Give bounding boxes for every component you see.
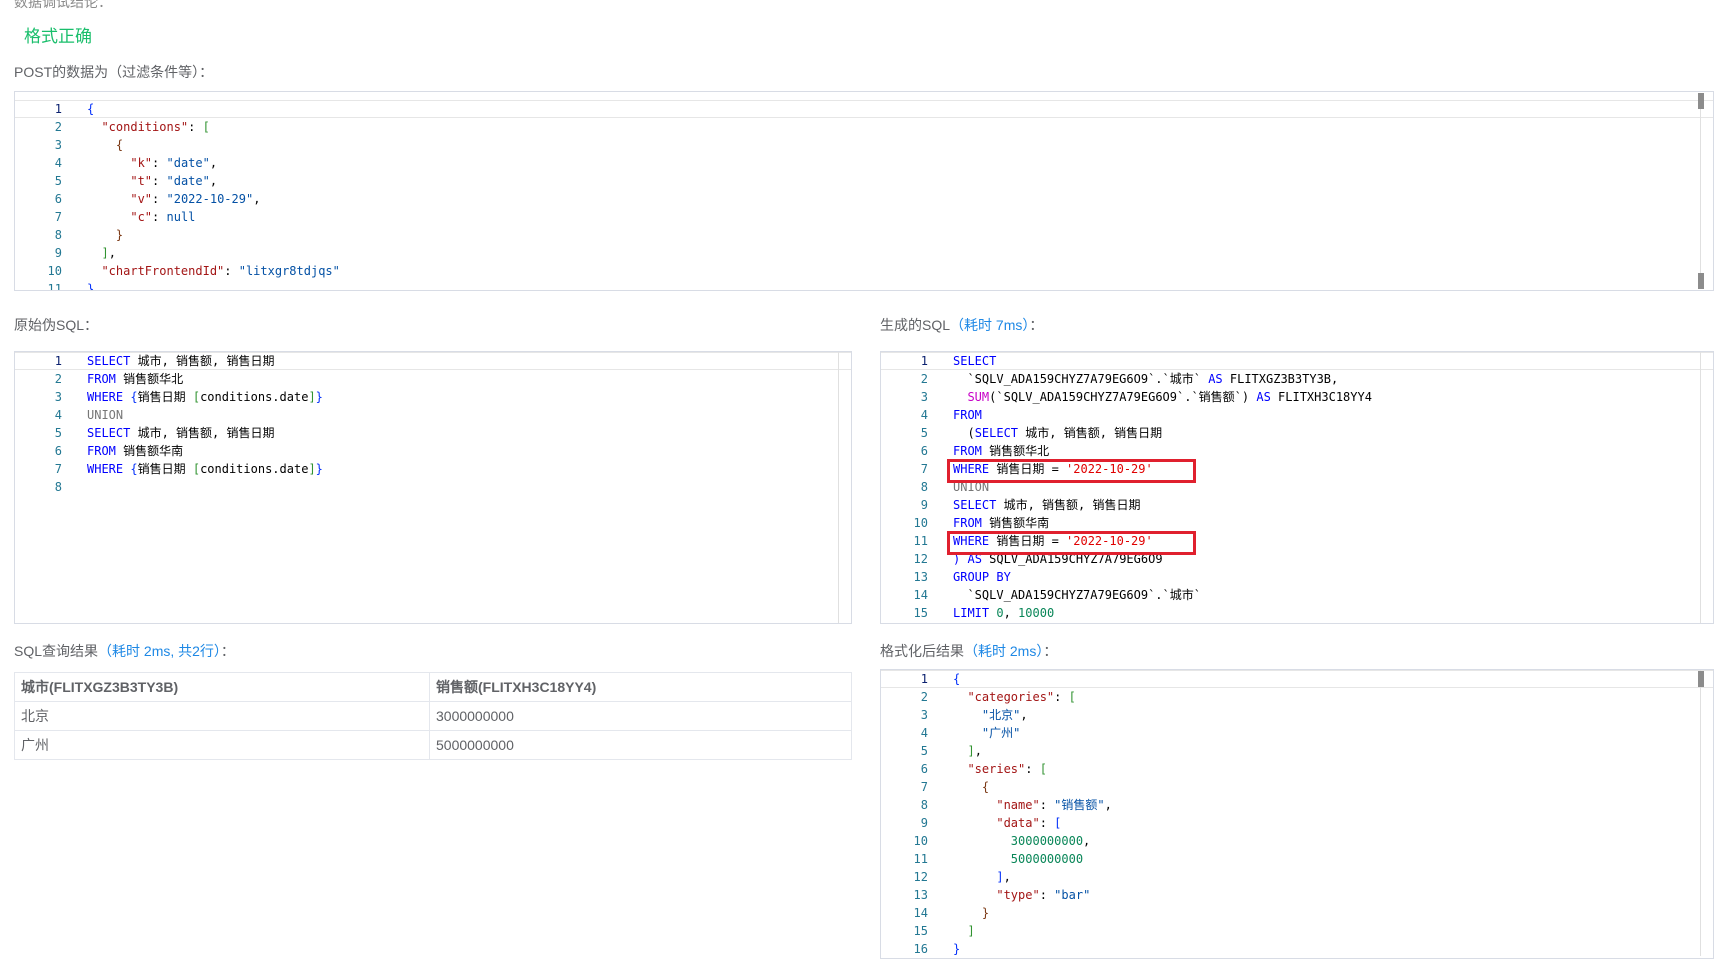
code-line: 8 "name": "销售额",	[920, 798, 1112, 812]
table-row: 广州 5000000000	[14, 730, 852, 760]
debug-heading: 数据调试结论：	[14, 0, 112, 10]
code-line: 11}	[47, 282, 95, 291]
code-line: 13 "type": "bar"	[913, 888, 1091, 902]
post-data-label: POST的数据为（过滤条件等）：	[14, 64, 214, 80]
code-line: 15 ]	[913, 924, 975, 938]
code-line: 9 "data": [	[920, 816, 1062, 830]
table-cell: 3000000000	[429, 701, 852, 731]
formatted-result-label: 格式化后结果（耗时 2ms）：	[880, 643, 1058, 659]
scrollbar-thumb[interactable]	[1698, 671, 1704, 687]
table-cell: 北京	[14, 701, 430, 731]
raw-sql-editor[interactable]: 1 SELECT 城市, 销售额, 销售日期 2 FROM 销售额华北 3 WHERE…	[14, 351, 852, 624]
code-line: 3 WHERE {销售日期 [conditions.date]}	[54, 390, 323, 404]
code-line: 16}	[913, 942, 961, 956]
status-message: 格式正确	[24, 27, 92, 46]
code-line: 2 `SQLV_ADA159CHYZ7A79EG6O9`.`城市` AS FLI…	[920, 372, 1339, 386]
code-line: 10 "chartFrontendId": "litxgr8tdjqs"	[47, 264, 340, 278]
raw-sql-label: 原始伪SQL：	[14, 317, 99, 333]
sql-result-table: 城市(FLITXGZ3B3TY3B) 销售额(FLITXH3C18YY4) 北京…	[14, 672, 852, 760]
code-line: 13 GROUP BY	[913, 570, 1011, 584]
code-line: 5 ],	[920, 744, 982, 758]
code-line: 3 "北京",	[920, 708, 1028, 722]
code-line: 4 "k": "date",	[54, 156, 218, 170]
code-line: 8 }	[54, 228, 124, 242]
code-line: 3 {	[54, 138, 124, 152]
code-line: 2 "categories": [	[920, 690, 1076, 704]
table-header-row: 城市(FLITXGZ3B3TY3B) 销售额(FLITXH3C18YY4)	[14, 672, 852, 702]
code-line: 11 5000000000	[913, 852, 1084, 866]
column-header-city: 城市(FLITXGZ3B3TY3B)	[14, 672, 430, 702]
sql-result-label: SQL查询结果（耗时 2ms, 共2行）：	[14, 643, 235, 659]
code-line: 6 "series": [	[920, 762, 1047, 776]
code-line: 5 "t": "date",	[54, 174, 218, 188]
scrollbar-thumb[interactable]	[1698, 273, 1704, 289]
code-line: 10 FROM 销售额华南	[913, 516, 1050, 530]
code-line: 1{	[881, 670, 1713, 688]
code-line: 5 (SELECT 城市, 销售额, 销售日期	[920, 426, 1163, 440]
vertical-scrollbar[interactable]	[838, 352, 839, 623]
code-line: 6 FROM 销售额华北	[920, 444, 1050, 458]
code-line: 2 FROM 销售额华北	[54, 372, 184, 386]
code-line: 7 {	[920, 780, 990, 794]
table-cell: 5000000000	[429, 730, 852, 760]
code-line: 7 WHERE {销售日期 [conditions.date]}	[54, 462, 323, 476]
vertical-scrollbar[interactable]	[1700, 94, 1701, 288]
code-line: 6 "v": "2022-10-29",	[54, 192, 261, 206]
code-line: 6 FROM 销售额华南	[54, 444, 184, 458]
code-line: 14 `SQLV_ADA159CHYZ7A79EG6O9`.`城市`	[913, 588, 1201, 602]
code-line: 9 ],	[54, 246, 116, 260]
table-cell: 广州	[14, 730, 430, 760]
vertical-scrollbar[interactable]	[1700, 352, 1701, 623]
generated-sql-label: 生成的SQL（耗时 7ms）：	[880, 317, 1044, 333]
formatted-result-editor[interactable]: 1{ 2 "categories": [ 3 "北京", 4 "广州" 5 ],…	[880, 669, 1714, 959]
generated-sql-editor[interactable]: 1 SELECT 2 `SQLV_ADA159CHYZ7A79EG6O9`.`城市…	[880, 351, 1714, 624]
code-line: 10 3000000000,	[913, 834, 1091, 848]
code-line: 9 SELECT 城市, 销售额, 销售日期	[920, 498, 1141, 512]
highlight-box-where-north	[947, 459, 1196, 483]
code-line: 4 FROM	[920, 408, 982, 422]
code-line: 7 "c": null	[54, 210, 196, 224]
table-row: 北京 3000000000	[14, 701, 852, 731]
code-line: 1 SELECT	[881, 352, 1713, 370]
code-line: 4 "广州"	[920, 726, 1021, 740]
code-line: 1 SELECT 城市, 销售额, 销售日期	[15, 352, 851, 370]
code-line: 2 "conditions": [	[54, 120, 210, 134]
column-header-sales: 销售额(FLITXH3C18YY4)	[429, 672, 852, 702]
code-line: 1{	[15, 100, 1713, 118]
code-line: 3 SUM(`SQLV_ADA159CHYZ7A79EG6O9`.`销售额`) …	[920, 390, 1372, 404]
highlight-box-where-south	[947, 531, 1196, 555]
code-line: 5 SELECT 城市, 销售额, 销售日期	[54, 426, 275, 440]
code-line: 12 ],	[913, 870, 1011, 884]
code-line: 8	[54, 480, 62, 494]
code-line: 14 }	[913, 906, 990, 920]
vertical-scrollbar[interactable]	[1700, 670, 1701, 956]
code-line: 15 LIMIT 0, 10000	[913, 606, 1055, 620]
code-line: 4 UNION	[54, 408, 124, 422]
post-data-editor[interactable]: 1{ 2 "conditions": [ 3 { 4 "k": "date", …	[14, 91, 1714, 291]
scrollbar-thumb[interactable]	[1698, 93, 1704, 109]
